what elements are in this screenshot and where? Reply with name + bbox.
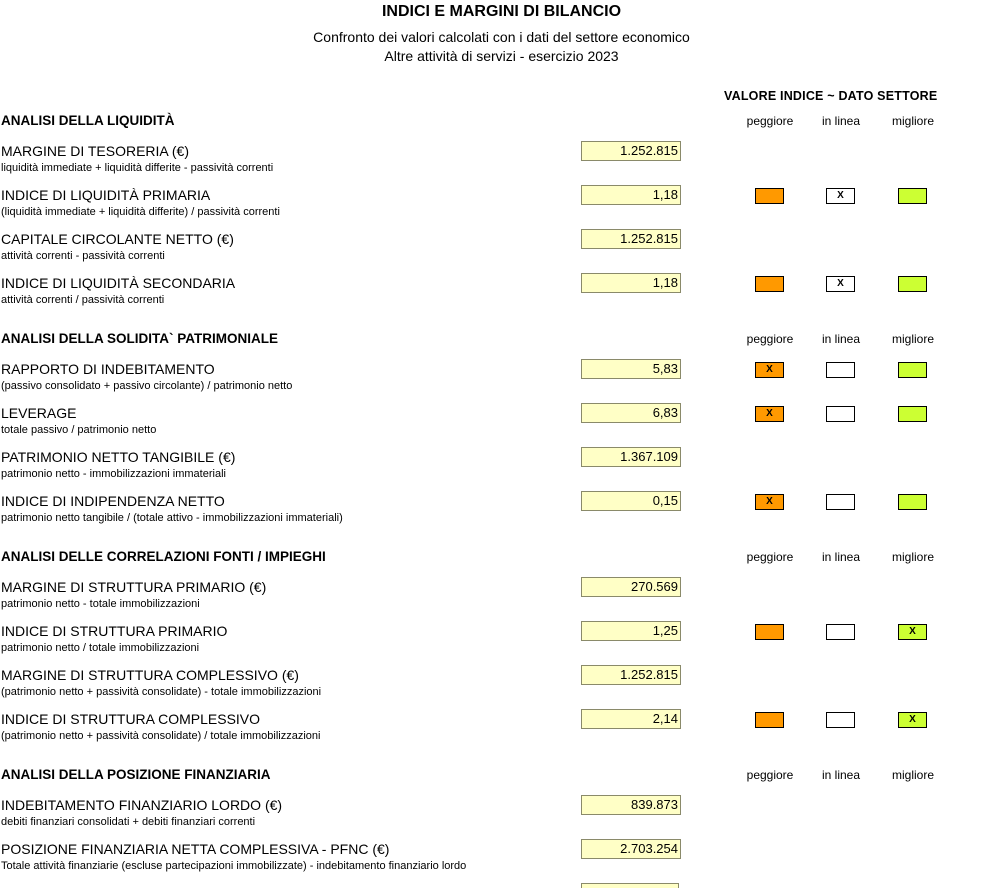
indicator-name: RAPPORTO DI INDEBITAMENTO: [1, 361, 215, 377]
indicator-name: INDICE DI STRUTTURA COMPLESSIVO: [1, 711, 261, 727]
indicator-name: INDICE DI LIQUIDITÀ PRIMARIA: [1, 187, 211, 203]
column-label-worse: peggiore: [746, 332, 794, 346]
section-title: ANALISI DELLA SOLIDITA` PATRIMONIALE: [1, 331, 278, 346]
indicator-formula: (passivo consolidato + passivo circolant…: [1, 380, 293, 392]
indicator-value: 1.252.815: [581, 229, 681, 249]
rating-inline-box: X: [826, 276, 855, 292]
indicator-name: PATRIMONIO NETTO TANGIBILE (€): [1, 449, 236, 465]
rating-better-box: X: [898, 624, 927, 640]
column-label-worse: peggiore: [746, 550, 794, 564]
page-subtitle-sector: Altre attività di servizi - esercizio 20…: [384, 48, 619, 64]
rating-worse-box: X: [755, 362, 784, 378]
indicator-formula: patrimonio netto - immobilizzazioni imma…: [1, 468, 226, 480]
rating-inline-box: X: [826, 188, 855, 204]
column-label-better: migliore: [891, 550, 934, 564]
rating-worse-box: [755, 624, 784, 640]
column-label-inline: in linea: [821, 114, 861, 128]
page-subtitle: Confronto dei valori calcolati con i dat…: [313, 29, 690, 45]
column-label-better: migliore: [891, 332, 934, 346]
rating-better-box: [898, 276, 927, 292]
column-label-better: migliore: [891, 114, 934, 128]
rating-better-box: [898, 494, 927, 510]
rating-worse-box: [755, 276, 784, 292]
column-label-worse: peggiore: [746, 768, 794, 782]
rating-inline-box: [826, 624, 855, 640]
indicator-formula: patrimonio netto - totale immobilizzazio…: [1, 598, 200, 610]
indicator-value: 1.367.109: [581, 447, 681, 467]
rating-inline-box: [826, 362, 855, 378]
rating-worse-box: X: [755, 494, 784, 510]
indicator-value: 1.252.815: [581, 141, 681, 161]
indicator-value: 1,18: [581, 273, 681, 293]
rating-worse-box: [755, 712, 784, 728]
value-field-partial: [581, 883, 679, 888]
page-title: INDICI E MARGINI DI BILANCIO: [381, 3, 622, 20]
rating-better-box: X: [898, 712, 927, 728]
rating-worse-box: [755, 188, 784, 204]
legend-heading: VALORE INDICE ~ DATO SETTORE: [724, 89, 938, 103]
indicator-formula: patrimonio netto tangibile / (totale att…: [1, 512, 343, 524]
rating-worse-box: X: [755, 406, 784, 422]
rating-better-box: [898, 188, 927, 204]
indicator-formula: totale passivo / patrimonio netto: [1, 424, 157, 436]
indicator-formula: (patrimonio netto + passività consolidat…: [1, 686, 322, 698]
indicator-name: POSIZIONE FINANZIARIA NETTA COMPLESSIVA …: [1, 841, 390, 857]
indicator-name: MARGINE DI STRUTTURA COMPLESSIVO (€): [1, 667, 299, 683]
indicator-name: MARGINE DI STRUTTURA PRIMARIO (€): [1, 579, 267, 595]
column-label-worse: peggiore: [746, 114, 794, 128]
indicator-formula: (liquidità immediate + liquidità differi…: [1, 206, 280, 218]
indicator-name: INDICE DI STRUTTURA PRIMARIO: [1, 623, 228, 639]
indicator-formula: attività correnti - passività correnti: [1, 250, 165, 262]
column-label-inline: in linea: [821, 332, 861, 346]
indicator-value: 5,83: [581, 359, 681, 379]
indicator-value: 1.252.815: [581, 665, 681, 685]
indicator-name: LEVERAGE: [1, 405, 77, 421]
rating-better-box: [898, 362, 927, 378]
indicator-formula: liquidità immediate + liquidità differit…: [1, 162, 274, 174]
indicator-formula: attività correnti / passività correnti: [1, 294, 165, 306]
column-label-inline: in linea: [821, 768, 861, 782]
rating-inline-box: [826, 494, 855, 510]
rating-inline-box: [826, 406, 855, 422]
indicator-value: 2,14: [581, 709, 681, 729]
indicator-name: CAPITALE CIRCOLANTE NETTO (€): [1, 231, 234, 247]
indicator-name: INDICE DI LIQUIDITÀ SECONDARIA: [1, 275, 236, 291]
indicator-value: 6,83: [581, 403, 681, 423]
indicator-value: 2.703.254: [581, 839, 681, 859]
rating-better-box: [898, 406, 927, 422]
indicator-name: INDICE DI INDIPENDENZA NETTO: [1, 493, 225, 509]
indicator-formula: Totale attività finanziarie (escluse par…: [1, 860, 467, 872]
rating-inline-box: [826, 712, 855, 728]
indicator-value: 0,15: [581, 491, 681, 511]
column-label-inline: in linea: [821, 550, 861, 564]
indicator-formula: (patrimonio netto + passività consolidat…: [1, 730, 321, 742]
indicator-name: MARGINE DI TESORERIA (€): [1, 143, 189, 159]
indicator-name: INDEBITAMENTO FINANZIARIO LORDO (€): [1, 797, 283, 813]
indicator-formula: patrimonio netto / totale immobilizzazio…: [1, 642, 200, 654]
indicator-formula: debiti finanziari consolidati + debiti f…: [1, 816, 256, 828]
indicator-value: 1,25: [581, 621, 681, 641]
indicator-value: 270.569: [581, 577, 681, 597]
section-title: ANALISI DELLA POSIZIONE FINANZIARIA: [1, 767, 271, 782]
indicator-value: 1,18: [581, 185, 681, 205]
section-title: ANALISI DELLE CORRELAZIONI FONTI / IMPIE…: [1, 549, 326, 564]
column-label-better: migliore: [891, 768, 934, 782]
indicator-value: 839.873: [581, 795, 681, 815]
section-title: ANALISI DELLA LIQUIDITÀ: [1, 113, 175, 128]
